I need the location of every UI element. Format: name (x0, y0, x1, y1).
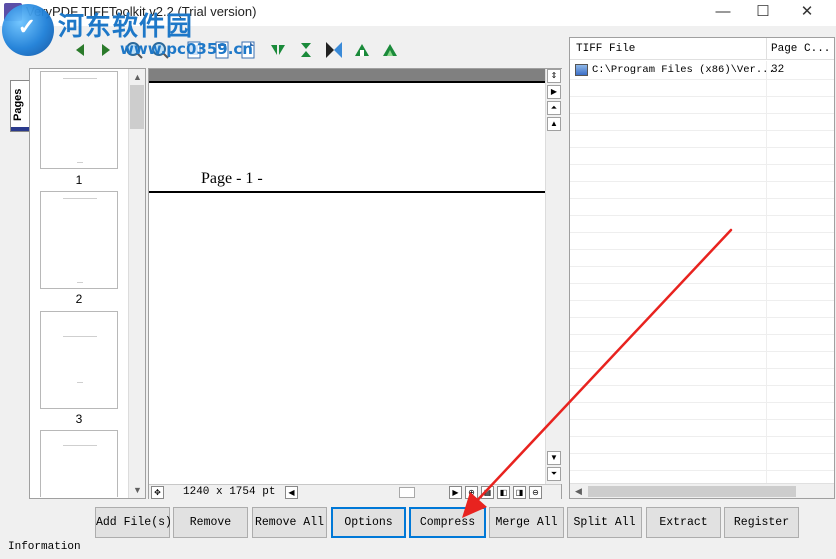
rotate-left-icon[interactable] (352, 40, 372, 60)
options-button[interactable]: Options (331, 507, 406, 538)
pages-tab[interactable]: Pages (10, 80, 29, 132)
maximize-button[interactable]: ☐ (746, 0, 780, 26)
page-up-icon[interactable]: ▲ (547, 117, 561, 131)
page-thumbnail[interactable] (40, 311, 118, 409)
split-all-button[interactable]: Split All (567, 507, 642, 538)
fit-view-icon[interactable]: ◧ (497, 486, 510, 499)
pages-tab-label: Pages (12, 88, 24, 122)
back-icon[interactable] (70, 40, 90, 60)
page-down-icon[interactable]: ▼ (547, 451, 561, 465)
scroll-up-icon[interactable]: ▲ (129, 69, 146, 85)
column-divider[interactable] (766, 38, 767, 60)
tiff-file-icon (575, 64, 588, 76)
thumbnail-scroll-thumb[interactable] (130, 85, 144, 129)
table-row[interactable]: C:\Program Files (x86)\Ver... 32 (570, 62, 834, 79)
page-thumbnail[interactable] (40, 430, 118, 497)
information-label: Information (8, 541, 81, 553)
scroll-down-icon[interactable]: ▼ (129, 482, 146, 498)
next-page-icon[interactable]: ▶ (547, 85, 561, 99)
minimize-button[interactable]: — (706, 0, 740, 26)
file-list-header: TIFF File Page C... (570, 38, 834, 60)
file-list-scroll-thumb[interactable] (588, 486, 796, 497)
horizontal-scroll-thumb[interactable] (399, 487, 415, 498)
compress-button[interactable]: Compress (409, 507, 486, 538)
thumbnail-scrollbar[interactable]: ▲ ▼ (128, 69, 145, 498)
scroll-left-icon[interactable]: ◀ (285, 486, 298, 499)
file-path-cell: C:\Program Files (x86)\Ver... (592, 64, 775, 76)
page-thumbnail[interactable] (40, 71, 118, 169)
file-list-horizontal-scrollbar[interactable]: ◀ (570, 483, 834, 498)
last-page-icon[interactable]: ⏷ (547, 467, 561, 481)
rotate-right-icon[interactable] (380, 40, 400, 60)
page-header-text: Page - 1 - (201, 170, 263, 187)
thumbnail-number: 3 (75, 412, 83, 426)
flip-horizontal-icon[interactable] (268, 40, 288, 60)
scroll-up-small-icon[interactable]: ⇕ (547, 69, 561, 83)
zoom-out-small-icon[interactable]: ⊖ (529, 486, 542, 499)
page-dimensions: 1240 x 1754 pt (183, 486, 276, 498)
thumbnail-number: 2 (75, 292, 83, 306)
watermark-site-name: 河东软件园 (58, 12, 194, 42)
watermark-site-url: www.pc0359.cn (120, 40, 253, 58)
rotate-icon[interactable] (324, 40, 344, 60)
thumbnail-number: 1 (75, 173, 83, 187)
document-horizontal-scrollbar[interactable] (299, 486, 449, 499)
add-files-button[interactable]: Add File(s) (95, 507, 172, 538)
tiff-file-list[interactable]: TIFF File Page C... C:\Program Files (x8… (569, 37, 835, 499)
column-header-page-count[interactable]: Page C... (771, 43, 830, 55)
document-view[interactable]: Page - 1 - ⇕ ▶ ⏶ ▲ ▼ ⏷ ✥ 1240 x 1754 pt … (148, 68, 562, 499)
pages-tab-accent (11, 127, 29, 131)
remove-all-button[interactable]: Remove All (252, 507, 327, 538)
thumbnail-pane[interactable]: 1 2 3 ▲ ▼ (29, 68, 146, 499)
flip-vertical-icon[interactable] (296, 40, 316, 60)
register-button[interactable]: Register (724, 507, 799, 538)
first-page-icon[interactable]: ⏶ (547, 101, 561, 115)
scroll-right-icon[interactable]: ▶ (449, 486, 462, 499)
page-thumbnail[interactable] (40, 191, 118, 289)
forward-icon[interactable] (96, 40, 116, 60)
page-rule-line (149, 191, 545, 193)
watermark-check-icon: ✓ (17, 14, 37, 39)
pan-icon[interactable]: ✥ (151, 486, 164, 499)
zoom-toggle-icon[interactable]: ⊕ (465, 486, 478, 499)
merge-all-button[interactable]: Merge All (489, 507, 564, 538)
page-border-line (149, 81, 545, 83)
document-status-bar: ✥ 1240 x 1754 pt ◀ ▶ ⊕ ▦ ◧ ◨ ⊖ (149, 484, 561, 499)
view-mode-icon[interactable]: ▦ (481, 486, 494, 499)
document-vertical-scrollbar[interactable]: ⇕ ▶ ⏶ ▲ ▼ ⏷ (545, 69, 562, 484)
page-count-cell: 32 (771, 64, 785, 76)
grid-view-icon[interactable]: ◨ (513, 486, 526, 499)
close-button[interactable]: ✕ (790, 0, 824, 26)
column-header-tiff-file[interactable]: TIFF File (576, 43, 635, 55)
extract-button[interactable]: Extract (646, 507, 721, 538)
scroll-left-icon[interactable]: ◀ (570, 484, 587, 498)
remove-button[interactable]: Remove (173, 507, 248, 538)
previous-page-edge (149, 69, 545, 81)
